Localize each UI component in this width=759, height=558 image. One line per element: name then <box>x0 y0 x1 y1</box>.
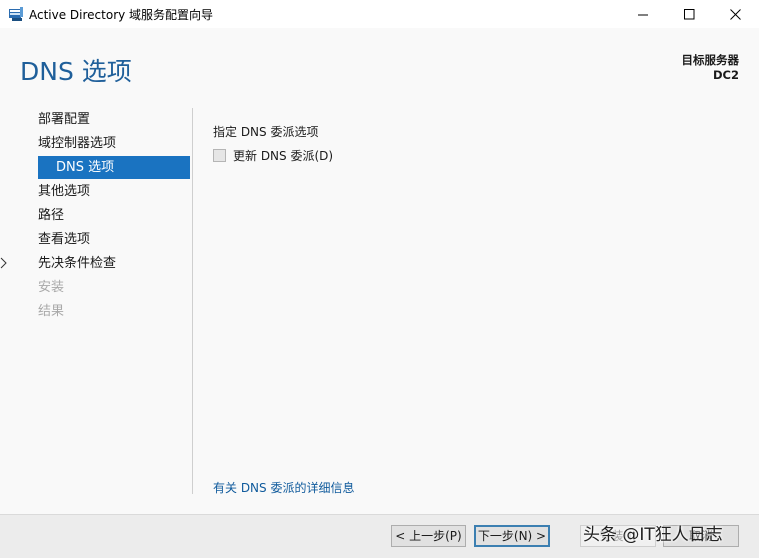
dns-delegation-section-label: 指定 DNS 委派选项 <box>213 125 319 139</box>
window-title: Active Directory 域服务配置向导 <box>29 8 214 22</box>
update-dns-delegation-option[interactable]: 更新 DNS 委派(D) <box>213 146 333 164</box>
dns-delegation-help-link[interactable]: 有关 DNS 委派的详细信息 <box>213 479 354 496</box>
minimize-icon <box>637 14 648 15</box>
nav-item-additional-options[interactable]: 其他选项 <box>38 180 190 203</box>
update-dns-delegation-checkbox[interactable] <box>213 148 226 162</box>
close-icon <box>729 8 741 20</box>
nav-item-dns-options[interactable]: DNS 选项 <box>38 156 190 179</box>
next-button[interactable]: 下一步(N) > <box>474 525 550 547</box>
chevron-right-icon <box>0 257 7 269</box>
maximize-button[interactable] <box>666 0 712 28</box>
nav-item-installation: 安装 <box>38 280 65 295</box>
target-server-label: 目标服务器 <box>681 53 740 67</box>
nav-item-review-options[interactable]: 查看选项 <box>38 228 190 251</box>
nav-divider <box>192 108 193 494</box>
update-dns-delegation-label: 更新 DNS 委派(D) <box>233 148 334 163</box>
nav-item-prerequisites-check[interactable]: 先决条件检查 <box>38 252 190 275</box>
title-bar: Active Directory 域服务配置向导 <box>0 0 759 28</box>
target-server-value: DC2 <box>713 68 739 82</box>
close-button[interactable] <box>712 0 758 28</box>
maximize-icon <box>683 8 694 19</box>
page-title: DNS 选项 <box>20 57 132 86</box>
wizard-content: DNS 选项 目标服务器 DC2 部署配置 域控制器选项 DNS 选项 其他选项… <box>0 28 759 514</box>
watermark: 头条 @IT狂人日志 <box>583 525 723 545</box>
nav-item-results: 结果 <box>38 304 65 319</box>
nav-item-deployment-config[interactable]: 部署配置 <box>38 108 190 131</box>
server-manager-icon <box>9 7 23 21</box>
minimize-button[interactable] <box>620 0 666 28</box>
previous-button[interactable]: < 上一步(P) <box>391 525 466 547</box>
nav-item-dc-options[interactable]: 域控制器选项 <box>38 132 190 155</box>
nav-item-paths[interactable]: 路径 <box>38 204 190 227</box>
